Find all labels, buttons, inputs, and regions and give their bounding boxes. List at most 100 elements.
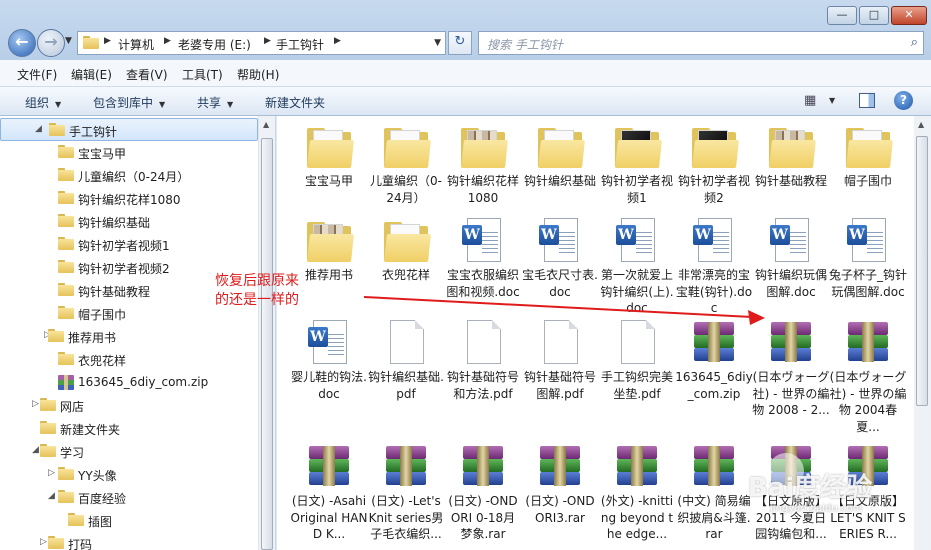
new-folder-button[interactable]: 新建文件夹 (265, 94, 325, 111)
tree-expander-icon[interactable]: ▷ (48, 468, 55, 478)
file-item[interactable]: (日本ヴォーグ社) - 世界の編物 2004春夏... (829, 318, 907, 435)
file-item[interactable]: (日文) -ONDORI 0-18月 梦象.rar (444, 442, 522, 543)
search-icon[interactable]: ⌕ (911, 35, 918, 50)
folder-icon (58, 490, 74, 503)
preview-pane-icon[interactable] (859, 93, 875, 108)
file-name: 宝宝衣服编织图和视频.doc (446, 268, 520, 299)
tree-expander-icon[interactable]: ▷ (40, 537, 47, 547)
file-item[interactable]: 钩针基础教程 (752, 122, 830, 190)
sidebar-item[interactable]: 新建文件夹 (0, 417, 258, 440)
scroll-up-icon[interactable]: ▲ (263, 120, 269, 129)
sidebar-item[interactable]: 钩针初学者视频1 (0, 233, 258, 256)
file-item[interactable]: 钩针编织花样1080 (444, 122, 522, 206)
tree-expander-icon[interactable]: ▷ (32, 399, 39, 409)
breadcrumb-separator[interactable]: ▶ (104, 36, 111, 46)
menu-edit[interactable]: 编辑(E) (71, 66, 112, 83)
pdf-file-icon (459, 318, 507, 366)
forward-button[interactable]: → (37, 29, 65, 57)
breadcrumb-drive[interactable]: 老婆专用 (E:) (178, 36, 251, 53)
sidebar-scroll-thumb[interactable] (261, 138, 273, 550)
close-button[interactable]: ✕ (891, 6, 927, 25)
file-item[interactable]: 儿童编织（0-24月） (367, 122, 445, 206)
tree-expander-icon[interactable]: ◢ (32, 445, 39, 455)
file-item[interactable]: W 婴儿鞋的钩法.doc (290, 318, 368, 402)
file-item[interactable]: (日本ヴォーグ社) - 世界の編物 2008 - 2... (752, 318, 830, 419)
file-item[interactable]: 帽子围巾 (829, 122, 907, 190)
file-item[interactable]: W 宝毛衣尺寸表.doc (521, 216, 599, 300)
sidebar-item-label: 163645_6diy_com.zip (78, 375, 209, 389)
view-options-icon[interactable]: ▦ (804, 93, 816, 108)
sidebar-item[interactable]: 衣兜花样 (0, 348, 258, 371)
file-item[interactable]: (日文) -Asahi Original HAND K... (290, 442, 368, 543)
file-item[interactable]: 手工钩织完美坐垫.pdf (598, 318, 676, 402)
sidebar-item-label: 钩针编织花样1080 (78, 193, 181, 207)
file-item[interactable]: W 钩针编织玩偶图解.doc (752, 216, 830, 300)
include-in-library-button[interactable]: 包含到库中 ▼ (93, 94, 165, 111)
menu-tools[interactable]: 工具(T) (182, 66, 223, 83)
address-dropdown[interactable]: ▼ (434, 38, 441, 48)
sidebar-item[interactable]: 儿童编织（0-24月） (0, 164, 258, 187)
menu-file[interactable]: 文件(F) (17, 66, 57, 83)
sidebar-item[interactable]: ◢ 百度经验 (0, 486, 258, 509)
file-item[interactable]: W 宝宝衣服编织图和视频.doc (444, 216, 522, 300)
tree-expander-icon[interactable]: ◢ (48, 491, 55, 501)
sidebar-item[interactable]: 钩针编织花样1080 (0, 187, 258, 210)
file-item[interactable]: (外文) -knitting beyond the edge... (598, 442, 676, 543)
search-placeholder: 搜索 手工钩针 (487, 38, 563, 52)
address-bar[interactable]: ▶ 计算机 ▶ 老婆专用 (E:) ▶ 手工钩针 ▶ ▼ (77, 31, 446, 55)
folder-icon (536, 122, 585, 170)
sidebar-item[interactable]: ◢ 手工钩针 (0, 118, 258, 141)
pdf-file-icon (382, 318, 430, 366)
sidebar-item[interactable]: ▷ YY头像 (0, 463, 258, 486)
file-item[interactable]: 推荐用书 (290, 216, 368, 284)
file-item[interactable]: 钩针初学者视频1 (598, 122, 676, 206)
search-input[interactable]: 搜索 手工钩针 ⌕ (478, 31, 924, 55)
breadcrumb-current-folder[interactable]: 手工钩针 (276, 36, 324, 53)
sidebar-item[interactable]: ▷ 打码 (0, 532, 258, 550)
folder-icon (40, 421, 56, 434)
sidebar-item[interactable]: 宝宝马甲 (0, 141, 258, 164)
file-item[interactable]: 钩针基础符号和方法.pdf (444, 318, 522, 402)
sidebar-item[interactable]: 163645_6diy_com.zip (0, 371, 258, 394)
file-item[interactable]: W 非常漂亮的宝宝鞋(钩针).doc (675, 216, 753, 317)
sidebar-item[interactable]: 钩针编织基础 (0, 210, 258, 233)
sidebar-item[interactable]: ▷ 网店 (0, 394, 258, 417)
file-item[interactable]: (中文) 简易编织披肩&斗篷.rar (675, 442, 753, 543)
folder-icon (58, 145, 74, 158)
minimize-button[interactable]: — (827, 6, 857, 25)
file-name: 兔子杯子_钩针玩偶图解.doc (829, 268, 908, 299)
menu-view[interactable]: 查看(V) (126, 66, 168, 83)
sidebar-item[interactable]: 插图 (0, 509, 258, 532)
file-item[interactable]: 钩针编织基础.pdf (367, 318, 445, 402)
breadcrumb-separator[interactable]: ▶ (264, 36, 271, 46)
file-item[interactable]: 钩针编织基础 (521, 122, 599, 190)
file-item[interactable]: 宝宝马甲 (290, 122, 368, 190)
file-name: (日文) -ONDORI 0-18月 梦象.rar (448, 494, 518, 541)
file-item[interactable]: (日文) -Let's Knit series男子毛衣编织... (367, 442, 445, 543)
chevron-down-icon[interactable]: ▼ (829, 96, 835, 105)
file-item[interactable]: (日文) -ONDORI3.rar (521, 442, 599, 526)
breadcrumb-separator[interactable]: ▶ (164, 36, 171, 46)
file-item[interactable]: 钩针初学者视频2 (675, 122, 753, 206)
recent-pages-dropdown[interactable]: ▼ (65, 36, 72, 46)
file-item[interactable]: 衣兜花样 (367, 216, 445, 284)
menu-help[interactable]: 帮助(H) (237, 66, 279, 83)
share-button[interactable]: 共享 ▼ (197, 94, 233, 111)
file-item[interactable]: 163645_6diy_com.zip (675, 318, 753, 402)
help-button[interactable]: ? (894, 91, 913, 110)
maximize-button[interactable]: □ (859, 6, 889, 25)
breadcrumb-computer[interactable]: 计算机 (118, 36, 154, 53)
sidebar-item[interactable]: ▷ 推荐用书 (0, 325, 258, 348)
back-button[interactable]: ← (8, 29, 36, 57)
content-scroll-thumb[interactable] (916, 136, 928, 406)
tree-expander-icon[interactable]: ◢ (35, 124, 42, 134)
sidebar-item[interactable]: ◢ 学习 (0, 440, 258, 463)
sidebar-scrollbar[interactable]: ▲ (258, 116, 275, 550)
file-item[interactable]: 钩针基础符号图解.pdf (521, 318, 599, 402)
file-item[interactable]: W 第一次就爱上钩针编织(上).doc (598, 216, 676, 317)
file-item[interactable]: W 兔子杯子_钩针玩偶图解.doc (829, 216, 907, 300)
breadcrumb-separator[interactable]: ▶ (334, 36, 341, 46)
refresh-button[interactable]: ↻ (448, 31, 472, 55)
organize-button[interactable]: 组织 ▼ (25, 94, 61, 111)
scroll-up-icon[interactable]: ▲ (918, 120, 924, 129)
